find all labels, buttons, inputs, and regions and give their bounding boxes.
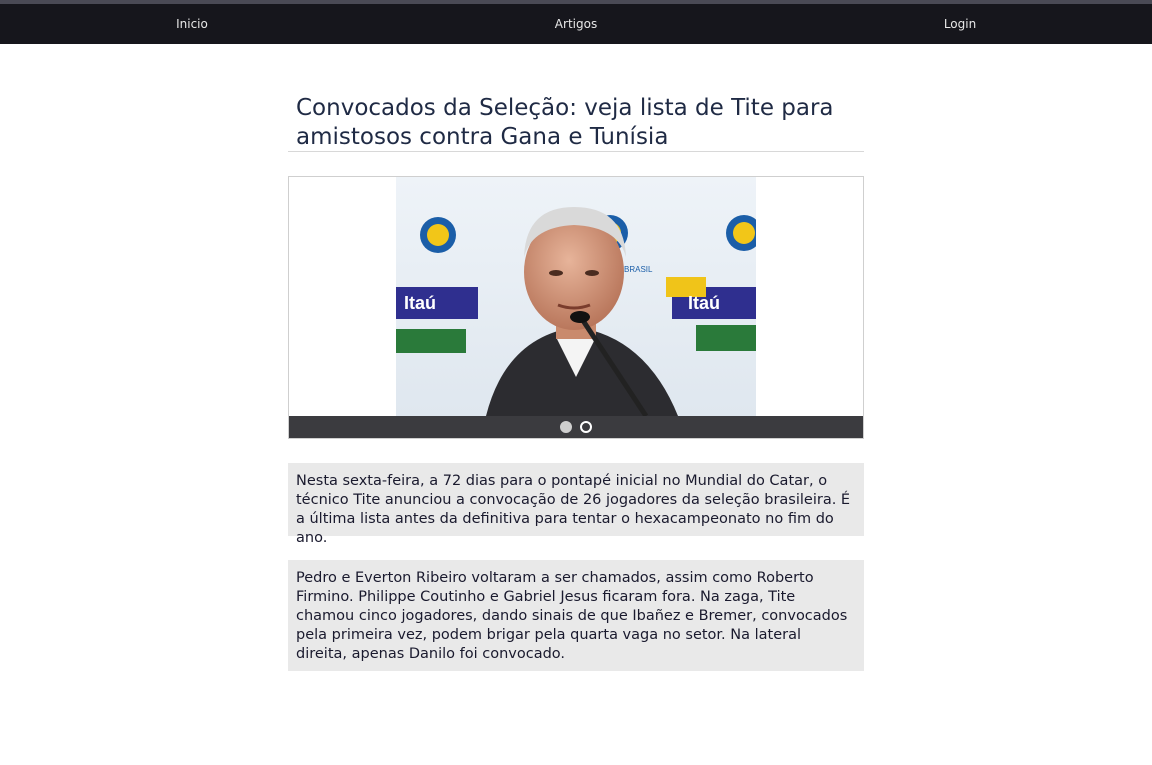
carousel-dot-1[interactable]	[560, 421, 572, 433]
carousel-dot-2[interactable]	[580, 421, 592, 433]
article-title: Convocados da Seleção: veja lista de Tit…	[296, 95, 834, 150]
nav-link-artigos[interactable]: Artigos	[384, 17, 768, 31]
backdrop-text-3: BRASIL	[624, 265, 653, 274]
article-paragraph: Nesta sexta-feira, a 72 dias para o pont…	[288, 463, 864, 546]
nav-link-login[interactable]: Login	[768, 17, 1152, 31]
backdrop-text-2: Itaú	[688, 293, 720, 313]
article-paragraph: Pedro e Everton Ribeiro voltaram a ser c…	[288, 560, 864, 671]
coach-press-conference-photo: Itaú Itaú BRASIL	[396, 177, 756, 416]
article-header: Convocados da Seleção: veja lista de Tit…	[288, 88, 864, 152]
image-carousel[interactable]: Itaú Itaú BRASIL	[288, 176, 864, 439]
carousel-indicators	[289, 416, 863, 438]
article-content: Convocados da Seleção: veja lista de Tit…	[288, 88, 864, 671]
main-navigation: Inicio Artigos Login	[0, 4, 1152, 44]
paragraph-text-1: Nesta sexta-feira, a 72 dias para o pont…	[296, 473, 851, 546]
paragraph-text-2: Pedro e Everton Ribeiro voltaram a ser c…	[296, 570, 848, 662]
nav-link-inicio[interactable]: Inicio	[0, 17, 384, 31]
carousel-slide-image: Itaú Itaú BRASIL	[396, 177, 756, 416]
backdrop-text-1: Itaú	[404, 293, 436, 313]
